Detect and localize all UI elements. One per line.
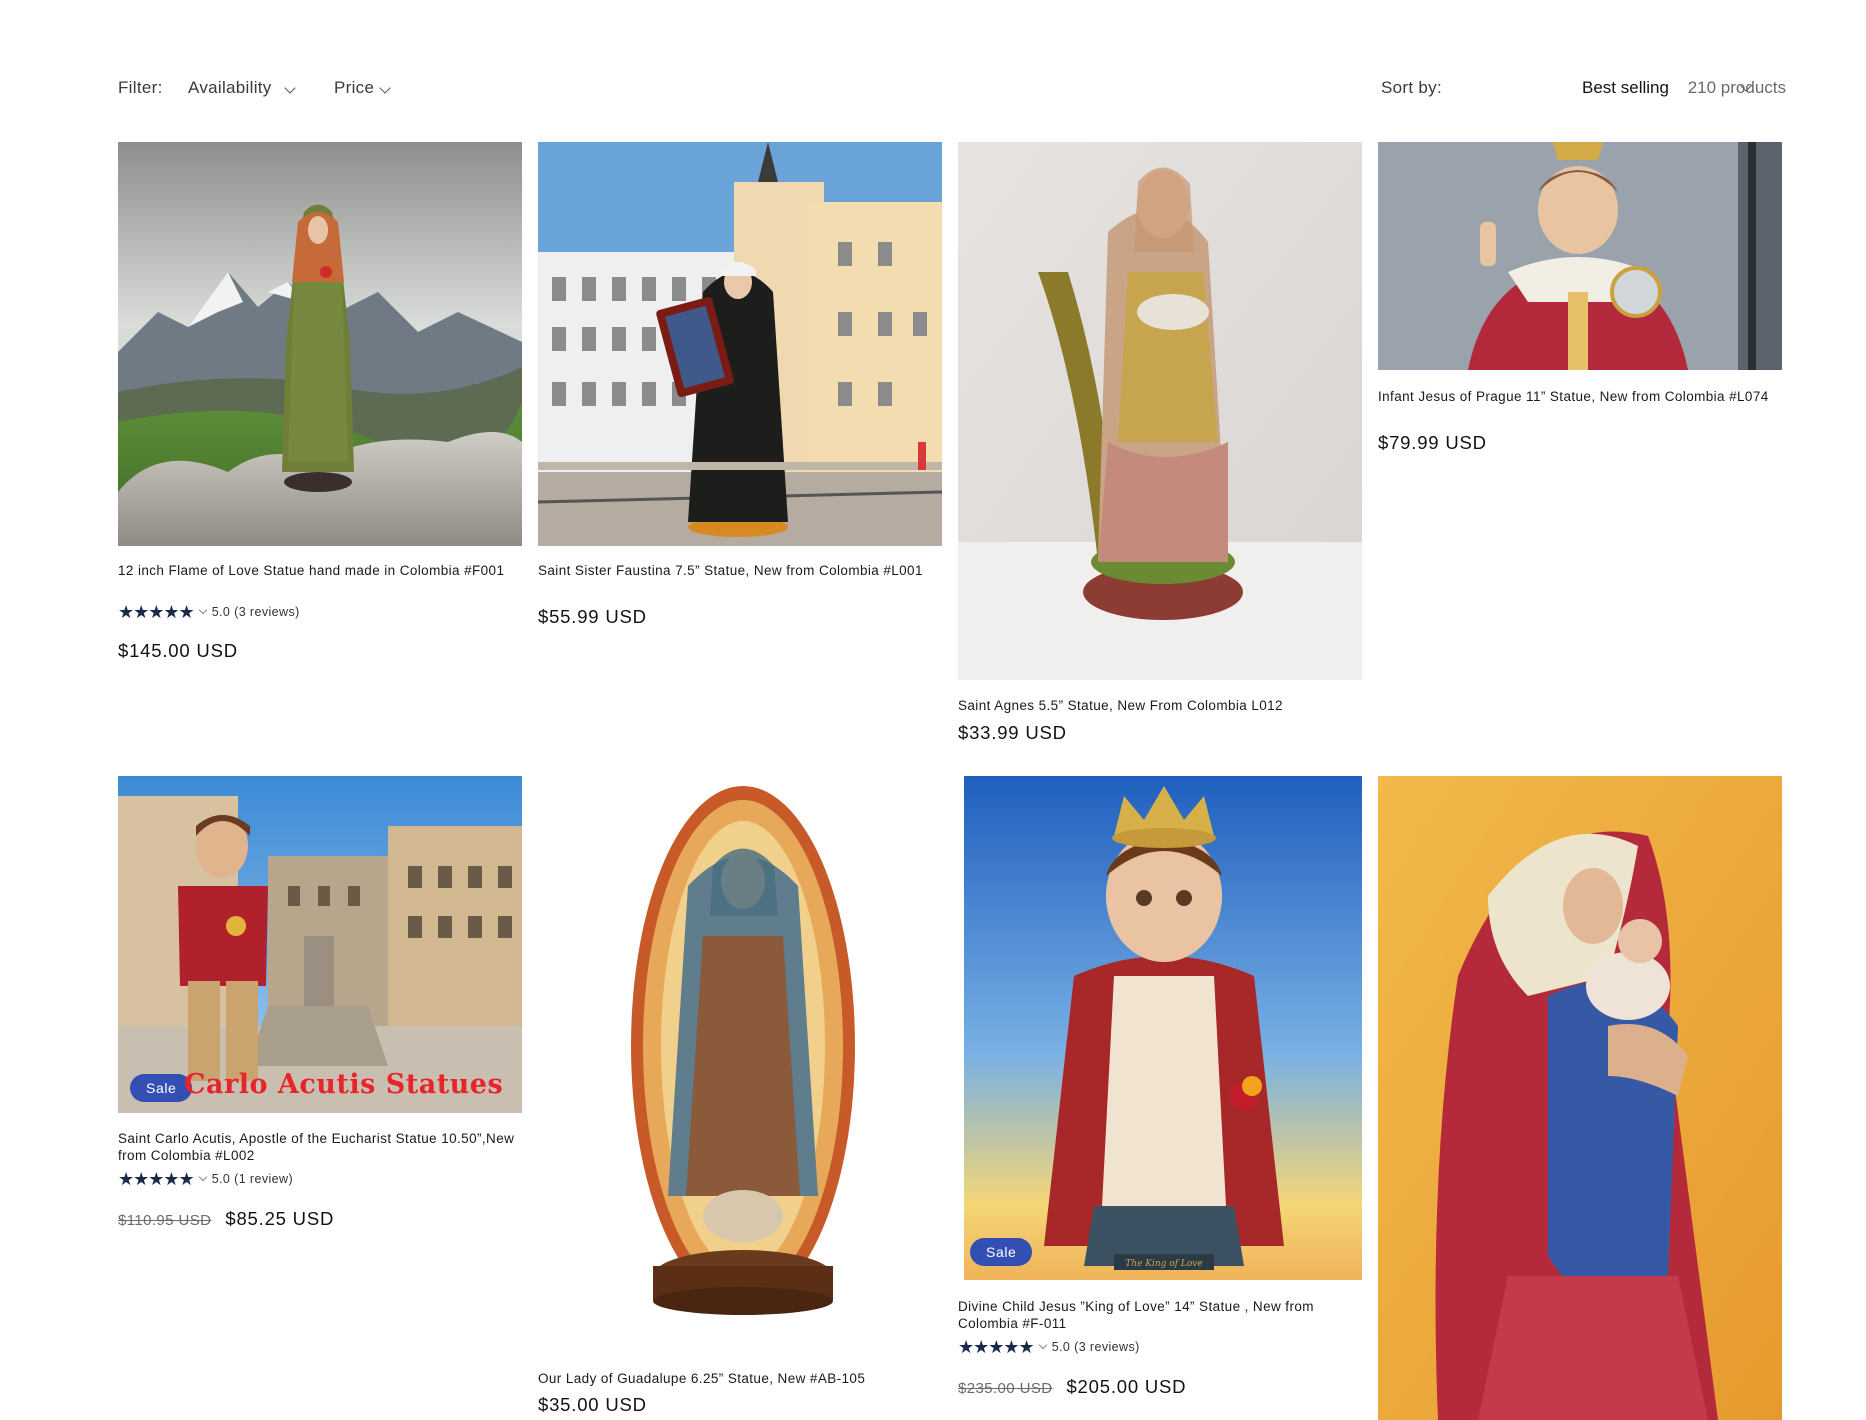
infant-jesus-of-prague-image[interactable]	[1378, 142, 1782, 370]
compare-at-price: $110.95 USD	[118, 1212, 212, 1229]
sort-value: Best selling	[1582, 78, 1669, 97]
rating-chevron-icon[interactable]	[1038, 1340, 1047, 1350]
madonna-and-child-image[interactable]	[1378, 776, 1782, 1420]
filter-label: Filter:	[118, 78, 163, 97]
product-title[interactable]: Saint Carlo Acutis, Apostle of the Eucha…	[118, 1130, 522, 1164]
product-price: $79.99 USD	[1378, 432, 1487, 453]
product-price: $235.00 USD $205.00 USD	[958, 1376, 1186, 1398]
product-price: $145.00 USD	[118, 640, 238, 661]
sale-badge: Sale	[970, 1238, 1033, 1266]
rating-stars-icon: ★★★★★	[118, 1169, 195, 1189]
product-title[interactable]: 12 inch Flame of Love Statue hand made i…	[118, 562, 522, 579]
product-price: $110.95 USD $85.25 USD	[118, 1208, 334, 1230]
rating-stars-icon: ★★★★★	[118, 602, 195, 622]
product-title[interactable]: Saint Agnes 5.5” Statue, New From Colomb…	[958, 697, 1362, 714]
product-title[interactable]: Saint Sister Faustina 7.5” Statue, New f…	[538, 562, 942, 579]
product-rating: ★★★★★ 5.0 (3 reviews)	[958, 1338, 1140, 1356]
flame-of-love-statue-image[interactable]	[118, 142, 522, 546]
image-caption: Carlo Acutis Statues	[184, 1069, 504, 1100]
product-price: $33.99 USD	[958, 722, 1067, 743]
rating-score: 5.0 (1 review)	[211, 1172, 294, 1186]
saint-agnes-statue-image[interactable]	[958, 142, 1362, 680]
carlo-acutis-statue-image[interactable]	[118, 776, 522, 1113]
availability-filter[interactable]: Availability	[188, 78, 272, 98]
our-lady-of-guadalupe-image[interactable]	[538, 776, 942, 1336]
svg-text:The King of Love: The King of Love	[1125, 1259, 1202, 1269]
rating-score: 5.0 (3 reviews)	[1051, 1340, 1140, 1354]
divine-child-jesus-image[interactable]: The King of Love	[964, 776, 1362, 1280]
compare-at-price: $235.00 USD	[958, 1380, 1053, 1397]
availability-chevron-down-icon[interactable]	[284, 82, 296, 94]
product-rating: ★★★★★ 5.0 (3 reviews)	[118, 603, 300, 621]
sister-faustina-statue-image[interactable]	[538, 142, 942, 546]
rating-score: 5.0 (3 reviews)	[211, 605, 300, 619]
facets-toolbar: Filter: Availability Price Sort by: Best…	[118, 78, 1786, 100]
product-rating: ★★★★★ 5.0 (1 review)	[118, 1170, 293, 1188]
price-filter[interactable]: Price	[334, 78, 374, 98]
sort-label: Sort by:	[1381, 78, 1442, 97]
sale-price: $205.00 USD	[1066, 1376, 1187, 1397]
product-price: $35.00 USD	[538, 1394, 647, 1415]
product-price: $55.99 USD	[538, 606, 647, 627]
sale-price: $85.25 USD	[225, 1208, 335, 1229]
product-title[interactable]: Infant Jesus of Prague 11” Statue, New f…	[1378, 388, 1782, 405]
price-chevron-down-icon[interactable]	[379, 82, 391, 94]
product-title[interactable]: Our Lady of Guadalupe 6.25” Statue, New …	[538, 1370, 942, 1387]
rating-stars-icon: ★★★★★	[958, 1337, 1035, 1357]
product-count: 210 products	[1687, 78, 1786, 97]
rating-chevron-icon[interactable]	[198, 1172, 207, 1182]
rating-chevron-icon[interactable]	[198, 605, 207, 615]
product-title[interactable]: Divine Child Jesus ”King of Love” 14” St…	[958, 1298, 1362, 1332]
